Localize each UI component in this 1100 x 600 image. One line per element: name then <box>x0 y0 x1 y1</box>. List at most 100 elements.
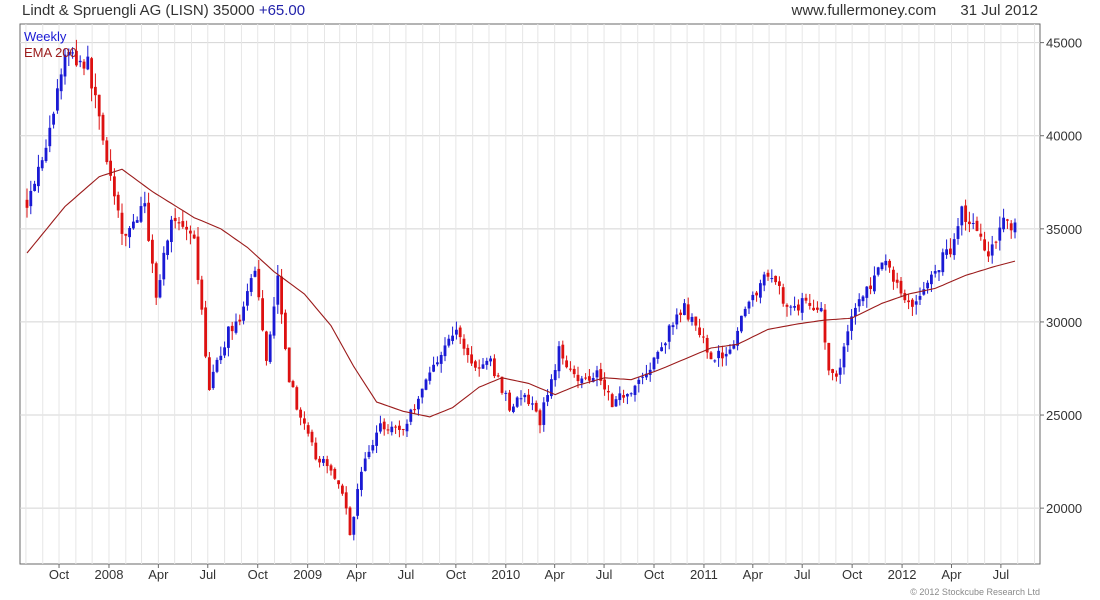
candle-body <box>926 282 929 289</box>
candle-body <box>287 347 291 383</box>
candle-body <box>52 113 55 125</box>
candle-body <box>797 304 800 311</box>
candle-body <box>113 176 116 197</box>
candle-body <box>363 458 367 471</box>
candle-body <box>998 227 1002 241</box>
candle-body <box>937 270 941 273</box>
candle-body <box>356 489 359 516</box>
candle-body <box>569 368 572 370</box>
candle-body <box>493 358 496 377</box>
candle-body <box>500 376 504 393</box>
candle-body <box>276 275 280 305</box>
candle-body <box>808 302 812 306</box>
candle-body <box>854 307 857 317</box>
candle-body <box>690 316 694 322</box>
candle-body <box>496 375 500 377</box>
candle-body <box>519 398 523 400</box>
candle-body <box>181 221 185 227</box>
candle-body <box>451 335 454 341</box>
candle-body <box>869 285 872 289</box>
candle-body <box>842 346 846 368</box>
x-tick-label: Oct <box>644 567 665 582</box>
candle-body <box>466 347 470 356</box>
candle-body <box>865 286 869 298</box>
candle-body <box>1013 222 1017 233</box>
candle-body <box>930 274 933 285</box>
candle-body <box>675 314 679 325</box>
candle-body <box>679 312 682 315</box>
candle-body <box>322 458 325 463</box>
x-tick-label: 2009 <box>293 567 322 582</box>
candle-body <box>527 394 530 405</box>
candle-body <box>838 367 842 375</box>
candle-body <box>747 301 751 309</box>
legend-period: Weekly <box>24 29 67 44</box>
candle-body <box>394 426 397 428</box>
candle-body <box>428 372 432 381</box>
candle-body <box>823 309 827 343</box>
candle-body <box>265 331 268 361</box>
candle-body <box>531 403 534 405</box>
candle-body <box>983 239 986 251</box>
y-tick-label: 25000 <box>1046 408 1082 423</box>
candle-body <box>261 298 264 331</box>
candle-body <box>253 270 257 277</box>
candle-body <box>424 379 428 390</box>
candle-body <box>873 275 876 292</box>
candle-body <box>341 485 344 494</box>
candle-body <box>135 220 139 223</box>
candle-body <box>310 431 314 443</box>
y-tick-label: 30000 <box>1046 315 1082 330</box>
candle-body <box>633 385 637 396</box>
candle-body <box>660 347 663 352</box>
candle-body <box>234 321 238 333</box>
x-tick-label: 2008 <box>95 567 124 582</box>
candle-body <box>994 241 998 243</box>
candle-body <box>325 459 329 467</box>
candle-body <box>755 292 758 296</box>
candle-body <box>291 381 295 388</box>
candle-body <box>489 358 492 362</box>
candle-body <box>204 307 207 357</box>
candle-body <box>557 346 561 372</box>
candle-body <box>432 364 435 372</box>
candle-body <box>56 88 59 111</box>
candle-body <box>766 272 770 277</box>
candle-body <box>352 516 356 535</box>
candle-body <box>268 334 272 362</box>
candle-body <box>762 274 766 286</box>
candle-body <box>303 418 306 424</box>
candle-body <box>386 429 390 431</box>
candle-body <box>857 299 861 307</box>
candle-body <box>474 361 477 368</box>
candle-body <box>686 304 690 320</box>
candle-body <box>211 371 215 389</box>
candle-body <box>86 56 90 70</box>
candle-body <box>409 409 413 422</box>
candle-body <box>542 402 546 425</box>
candle-body <box>846 331 850 346</box>
candle-body <box>154 263 158 298</box>
candle-body <box>25 199 29 208</box>
candle-body <box>831 369 834 373</box>
candle-body <box>614 399 618 407</box>
candle-body <box>911 299 914 307</box>
candle-body <box>523 394 527 398</box>
candle-body <box>774 275 777 283</box>
candle-body <box>59 74 63 92</box>
x-tick-label: 2011 <box>690 567 718 582</box>
candle-body <box>120 212 124 234</box>
candle-body <box>751 294 755 301</box>
x-tick-label: Oct <box>446 567 467 582</box>
candle-body <box>242 306 245 321</box>
x-tick-label: Jul <box>596 567 613 582</box>
y-tick-label: 20000 <box>1046 501 1082 516</box>
x-tick-label: Apr <box>941 567 962 582</box>
candle-body <box>740 315 743 332</box>
candle-body <box>257 268 261 298</box>
candle-body <box>770 278 774 280</box>
candle-body <box>949 248 952 255</box>
candlestick-chart: 20000 25000 30000 35000 40000 45000 Oct 2008 Ap… <box>19 23 1082 582</box>
y-axis: 20000 25000 30000 35000 40000 45000 <box>1040 36 1082 516</box>
candle-body <box>173 217 177 222</box>
